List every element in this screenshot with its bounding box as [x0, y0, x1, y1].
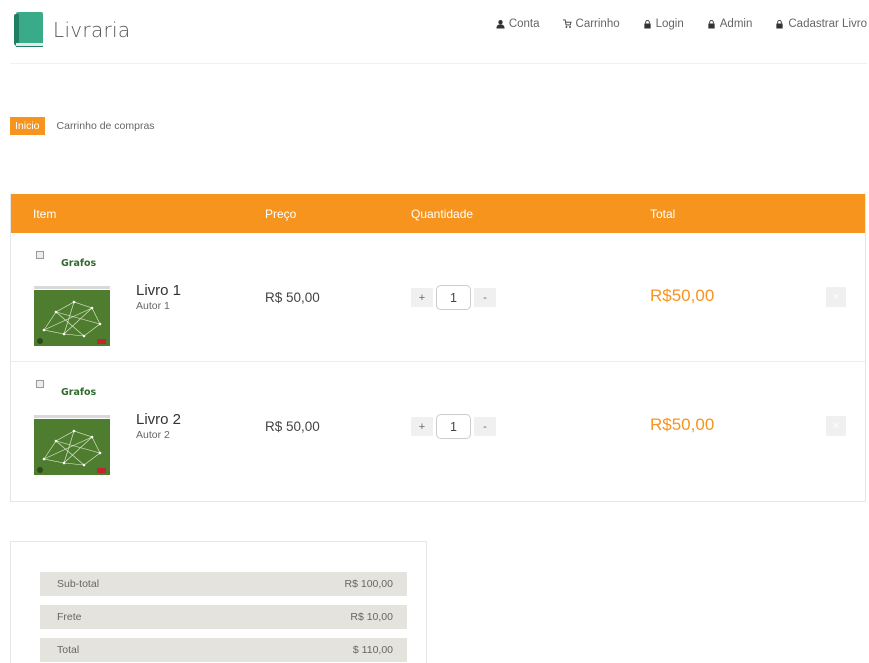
- total-label: Total: [57, 644, 80, 656]
- item-total: R$50,00: [650, 415, 715, 434]
- nav-admin-label: Admin: [719, 18, 753, 30]
- brand-name: Livraria: [53, 18, 131, 42]
- cover-band: [34, 415, 110, 418]
- book-cover-title: Grafos: [61, 258, 97, 269]
- item-price: R$ 50,00: [265, 419, 320, 434]
- header-total: Total: [650, 207, 676, 221]
- header-item: Item: [33, 207, 57, 221]
- decrease-quantity-button[interactable]: -: [474, 417, 496, 436]
- nav-carrinho[interactable]: Carrinho: [562, 18, 620, 30]
- close-icon: ×: [832, 420, 840, 432]
- item-price: R$ 50,00: [265, 290, 320, 305]
- cart-row: Grafos Livro 1 Autor 1 R$ 50,00 + 1 - R$…: [11, 233, 865, 361]
- item-name[interactable]: Livro 2: [136, 411, 181, 428]
- book-icon: [12, 12, 45, 48]
- book-cover-image[interactable]: Grafos: [34, 248, 110, 346]
- quantity-input[interactable]: 1: [436, 414, 471, 439]
- nav-conta[interactable]: Conta: [496, 18, 540, 30]
- broken-image-icon: [36, 380, 44, 388]
- nav-admin[interactable]: Admin: [707, 18, 753, 30]
- remove-item-button[interactable]: ×: [826, 416, 846, 436]
- summary-shipping-row: Frete R$ 10,00: [40, 605, 407, 629]
- decrease-quantity-button[interactable]: -: [474, 288, 496, 307]
- cover-graph-art: [34, 419, 110, 475]
- increase-quantity-button[interactable]: +: [411, 417, 433, 436]
- top-nav: Conta Carrinho Login Admin Cadastrar Liv…: [496, 18, 867, 30]
- cart-icon: [562, 19, 572, 28]
- order-summary: Sub-total R$ 100,00 Frete R$ 10,00 Total…: [10, 541, 427, 663]
- book-cover-title: Grafos: [61, 387, 97, 398]
- cover-graph-art: [34, 290, 110, 346]
- subtotal-value: R$ 100,00: [344, 578, 393, 590]
- book-cover-image[interactable]: Grafos: [34, 377, 110, 475]
- quantity-stepper: + 1 -: [411, 414, 496, 439]
- item-author: Autor 1: [136, 300, 170, 312]
- cart-table: Item Preço Quantidade Total Grafos Livro…: [10, 194, 866, 502]
- header-quantity: Quantidade: [411, 207, 474, 221]
- nav-login-label: Login: [655, 18, 684, 30]
- subtotal-label: Sub-total: [57, 578, 100, 590]
- remove-item-button[interactable]: ×: [826, 287, 846, 307]
- lock-icon: [643, 19, 651, 29]
- breadcrumb-home-link[interactable]: Inicio: [10, 117, 45, 135]
- cart-row: Grafos Livro 2 Autor 2 R$ 50,00 + 1 - R$…: [11, 361, 865, 489]
- shipping-label: Frete: [57, 611, 82, 623]
- shipping-value: R$ 10,00: [350, 611, 393, 623]
- broken-image-icon: [36, 251, 44, 259]
- user-icon: [496, 20, 505, 29]
- item-name[interactable]: Livro 1: [136, 282, 181, 299]
- nav-login[interactable]: Login: [643, 18, 684, 30]
- cover-band: [34, 286, 110, 289]
- item-total: R$50,00: [650, 286, 715, 305]
- header-divider: [10, 63, 867, 64]
- item-author: Autor 2: [136, 429, 170, 441]
- nav-cadastrar-livro-label: Cadastrar Livro: [788, 18, 867, 30]
- summary-subtotal-row: Sub-total R$ 100,00: [40, 572, 407, 596]
- cart-table-header: Item Preço Quantidade Total: [11, 194, 865, 233]
- close-icon: ×: [832, 291, 840, 303]
- nav-conta-label: Conta: [508, 18, 540, 30]
- nav-carrinho-label: Carrinho: [575, 18, 620, 30]
- nav-cadastrar-livro[interactable]: Cadastrar Livro: [775, 18, 867, 30]
- quantity-stepper: + 1 -: [411, 285, 496, 310]
- quantity-input[interactable]: 1: [436, 285, 471, 310]
- summary-total-row: Total $ 110,00: [40, 638, 407, 662]
- total-value: $ 110,00: [352, 644, 393, 656]
- increase-quantity-button[interactable]: +: [411, 288, 433, 307]
- lock-icon: [708, 19, 715, 29]
- brand-logo[interactable]: Livraria: [12, 12, 130, 48]
- lock-icon: [776, 19, 784, 29]
- header-price: Preço: [265, 207, 297, 221]
- breadcrumb: Inicio Carrinho de compras: [10, 117, 155, 135]
- breadcrumb-current: Carrinho de compras: [56, 120, 155, 132]
